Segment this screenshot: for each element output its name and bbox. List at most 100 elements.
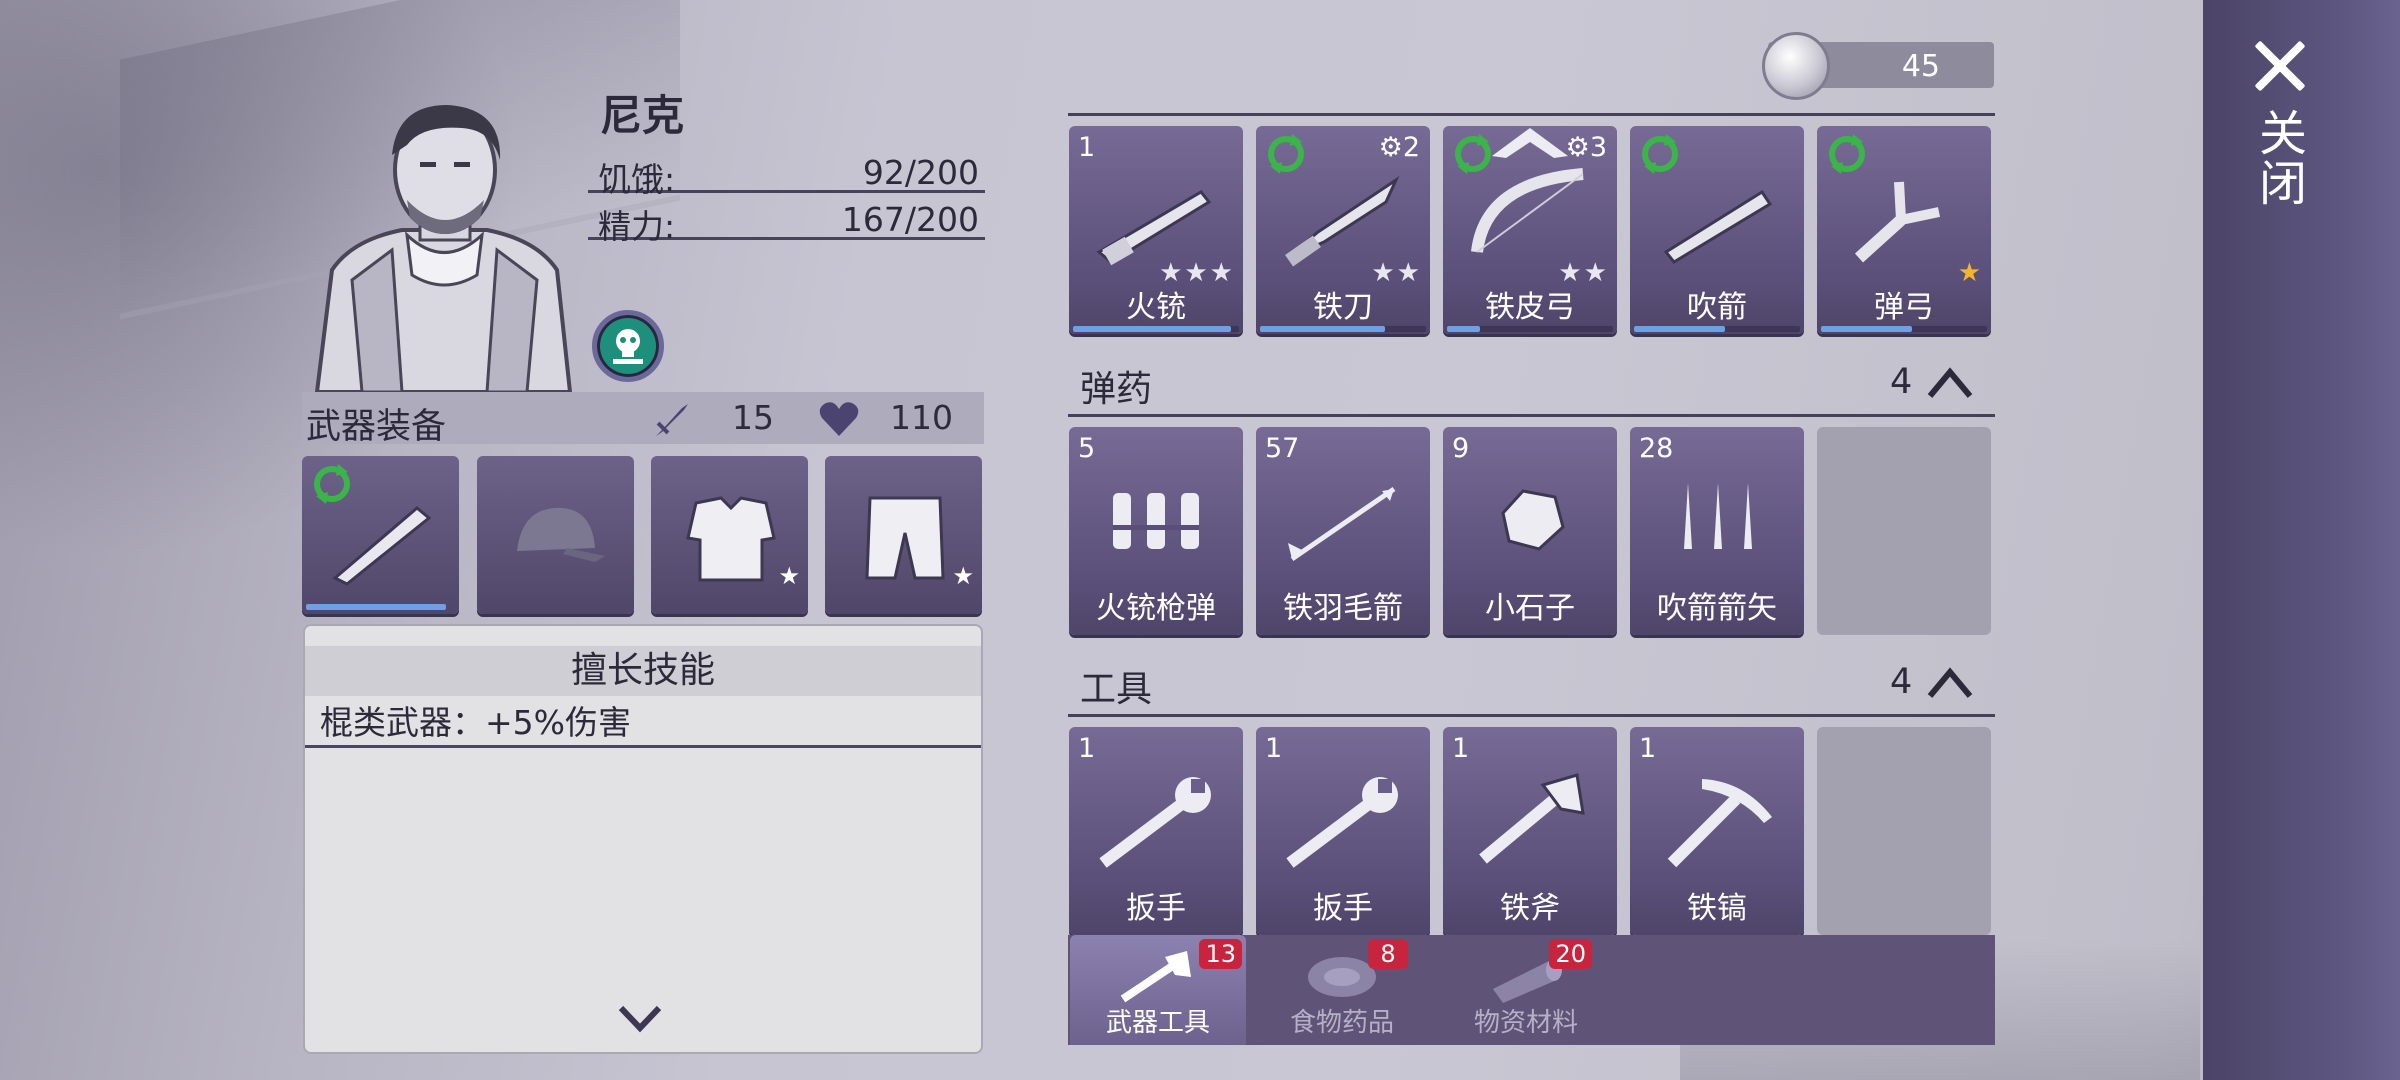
- ammo-card[interactable]: 5 火铳枪弹: [1069, 427, 1243, 635]
- upgrade-level: ⚙3: [1565, 132, 1607, 163]
- empty-slot: [1817, 727, 1991, 935]
- durability-bar: [1260, 326, 1426, 332]
- close-button[interactable]: 关闭: [2250, 108, 2306, 208]
- tab-badge: 20: [1549, 939, 1592, 969]
- durability-bar: [1447, 326, 1613, 332]
- character-name: 尼克: [600, 91, 685, 140]
- ammo-card[interactable]: 28 吹箭箭矢: [1630, 427, 1804, 635]
- bow-icon: [1471, 168, 1584, 253]
- axe-icon: [1479, 773, 1585, 864]
- category-tabs: 13 武器工具 8 食物药品 20 物资材料: [1068, 935, 1995, 1045]
- skull-icon: [613, 329, 643, 364]
- item-name: 小石子: [1485, 591, 1575, 626]
- equipment-slot-head[interactable]: [477, 456, 634, 614]
- item-count: 1: [1265, 733, 1283, 764]
- upgrade-level: ⚙2: [1378, 132, 1420, 163]
- attack-value: 15: [732, 398, 774, 437]
- darts-icon: [1684, 483, 1752, 549]
- coin-icon: [1762, 32, 1830, 100]
- health-value: 110: [890, 398, 953, 437]
- weapon-card[interactable]: ⚙3 ★★ 铁皮弓: [1443, 126, 1617, 334]
- star-icon: ★: [952, 562, 974, 590]
- durability-bar: [1634, 326, 1800, 332]
- sword-icon: [656, 404, 688, 436]
- armor-icon: [686, 496, 776, 582]
- empty-slot: [1817, 427, 1991, 635]
- hunger-stat: 饥饿: 92/200: [588, 147, 985, 199]
- ammo-card[interactable]: 57 铁羽毛箭: [1256, 427, 1430, 635]
- tool-card[interactable]: 1 铁镐: [1630, 727, 1804, 935]
- tab-food-medicine[interactable]: 8 食物药品: [1254, 935, 1430, 1045]
- item-name: 扳手: [1126, 891, 1186, 926]
- ammo-section-title: 弹药: [1080, 369, 1153, 410]
- energy-value: 167/200: [841, 200, 979, 239]
- divider: [1068, 714, 1995, 717]
- slingshot-icon: [1854, 181, 1941, 263]
- equipment-slot-weapon[interactable]: [302, 456, 459, 614]
- heart-icon: [819, 402, 859, 436]
- tool-card[interactable]: 1 扳手: [1069, 727, 1243, 935]
- item-name: 弹弓: [1874, 290, 1934, 325]
- energy-label: 精力:: [598, 207, 676, 246]
- skill-entry: 棍类武器：+5%伤害: [305, 698, 981, 748]
- item-count: 1: [1078, 733, 1096, 764]
- musket-icon: [1096, 190, 1212, 266]
- axe-icon: [1120, 951, 1191, 1003]
- weapon-card[interactable]: ⚙2 ★★ 铁刀: [1256, 126, 1430, 334]
- item-name: 铁镐: [1687, 891, 1747, 926]
- durability-bar: [1073, 326, 1239, 332]
- equipment-slot-legs[interactable]: ★: [825, 456, 982, 614]
- chevron-up-icon[interactable]: [1926, 362, 1974, 402]
- tab-badge: 8: [1368, 939, 1408, 969]
- item-name: 吹箭箭矢: [1657, 591, 1777, 626]
- club-icon: [332, 506, 432, 586]
- item-name: 铁皮弓: [1485, 290, 1575, 325]
- gear-icon: ⚙: [1378, 132, 1403, 163]
- tab-label: 物资材料: [1473, 1008, 1578, 1038]
- energy-stat: 精力: 167/200: [588, 194, 985, 246]
- pants-icon: [865, 496, 945, 580]
- weapon-card[interactable]: ★ 弹弓: [1817, 126, 1991, 334]
- divider: [1068, 113, 1995, 116]
- equipment-slot-body[interactable]: ★: [651, 456, 808, 614]
- character-portrait: [312, 100, 577, 392]
- item-count: 1: [1452, 733, 1470, 764]
- ammo-card[interactable]: 9 小石子: [1443, 427, 1617, 635]
- skills-title: 擅长技能: [305, 646, 981, 696]
- tab-label: 武器工具: [1105, 1008, 1210, 1038]
- tools-section-count: 4: [1890, 662, 1913, 702]
- character-skill-badge[interactable]: [592, 310, 664, 382]
- divider: [1068, 414, 1995, 417]
- item-name: 火铳: [1126, 290, 1186, 325]
- gear-icon: ⚙: [1565, 132, 1590, 163]
- weapon-card[interactable]: 1 ★★★ 火铳: [1069, 126, 1243, 334]
- tab-label: 食物药品: [1289, 1008, 1394, 1038]
- wrench-icon: [1286, 777, 1398, 868]
- knife-icon: [1285, 175, 1400, 267]
- currency-amount: 45: [1901, 49, 1940, 84]
- chevron-down-icon[interactable]: [617, 994, 663, 1040]
- weapon-card[interactable]: 吹箭: [1630, 126, 1804, 334]
- arrow-icon: [1288, 486, 1396, 562]
- tool-card[interactable]: 1 扳手: [1256, 727, 1430, 935]
- chevron-up-icon[interactable]: [1926, 662, 1974, 702]
- cap-icon: [517, 507, 605, 562]
- item-name: 铁斧: [1500, 891, 1560, 926]
- star-icon: ★: [778, 562, 800, 590]
- item-count: 1: [1639, 733, 1657, 764]
- stone-icon: [1501, 489, 1565, 551]
- blowgun-icon: [1663, 189, 1773, 264]
- tool-card[interactable]: 1 铁斧: [1443, 727, 1617, 935]
- tab-badge: 13: [1199, 939, 1242, 969]
- tab-weapons-tools[interactable]: 13 武器工具: [1070, 935, 1246, 1045]
- equipment-header: 武器装备 15 110: [302, 392, 984, 447]
- close-icon[interactable]: [2254, 40, 2306, 92]
- item-name: 火铳枪弹: [1096, 591, 1216, 626]
- pickaxe-icon: [1667, 779, 1772, 868]
- item-count: 5: [1078, 433, 1096, 464]
- wrench-icon: [1099, 777, 1211, 868]
- item-name: 吹箭: [1687, 290, 1747, 325]
- equipment-title: 武器装备: [306, 407, 447, 447]
- tab-materials[interactable]: 20 物资材料: [1438, 935, 1614, 1045]
- item-name: 铁刀: [1313, 290, 1373, 325]
